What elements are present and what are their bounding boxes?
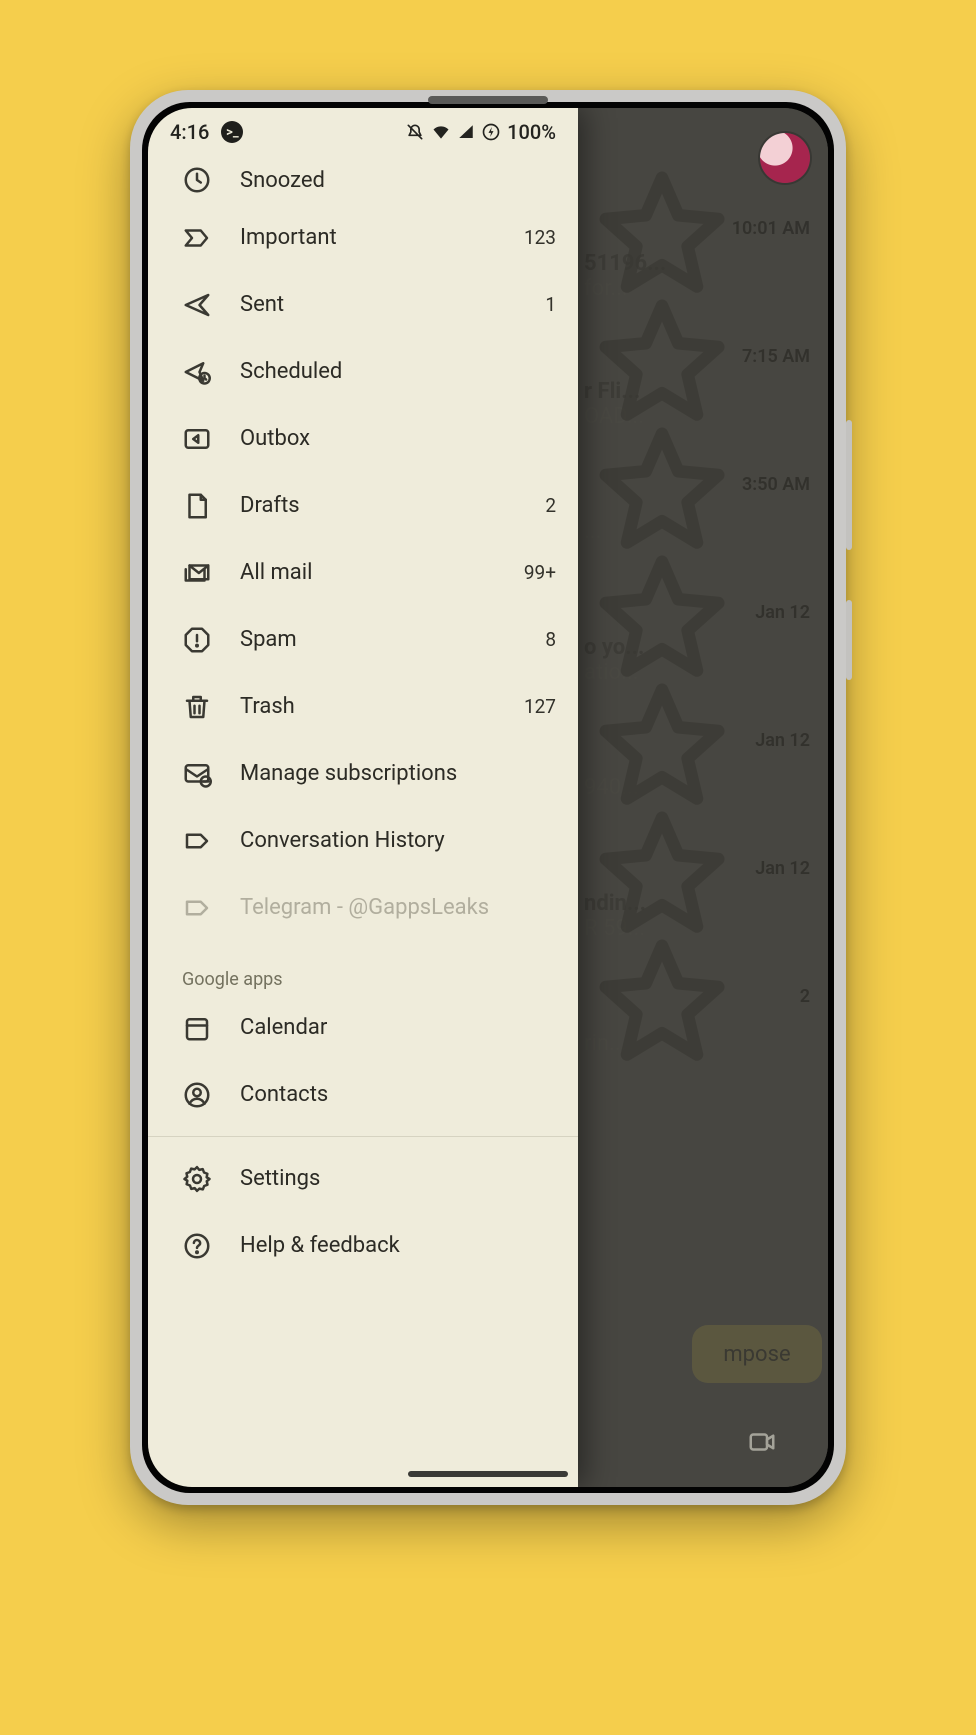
all-mail-icon xyxy=(182,558,212,588)
help-icon xyxy=(182,1231,212,1261)
nav-label-watermark[interactable]: Telegram - @GappsLeaks xyxy=(148,874,578,941)
nav-label: Important xyxy=(240,225,496,250)
battery-percent: 100% xyxy=(507,120,556,144)
cell-signal-icon xyxy=(457,123,475,141)
nav-contacts[interactable]: Contacts xyxy=(148,1061,578,1128)
nav-count: 1 xyxy=(545,293,556,316)
trash-icon xyxy=(182,692,212,722)
nav-settings[interactable]: Settings xyxy=(148,1145,578,1212)
nav-important[interactable]: Important 123 xyxy=(148,204,578,271)
contacts-icon xyxy=(182,1080,212,1110)
status-clock: 4:16 xyxy=(170,120,209,144)
nav-drawer: 4:16 >_ 100% xyxy=(148,108,578,1487)
outbox-icon xyxy=(182,424,212,454)
meet-tab-icon[interactable] xyxy=(742,1427,782,1457)
nav-label: All mail xyxy=(240,560,496,585)
subscriptions-icon xyxy=(182,759,212,789)
nav-label: Settings xyxy=(240,1166,556,1191)
phone-frame: 10:01 AM 51196... for... 7:15 AM r Fli..… xyxy=(130,90,846,1505)
nav-sent[interactable]: Sent 1 xyxy=(148,271,578,338)
compose-label: mpose xyxy=(723,1342,790,1367)
nav-outbox[interactable]: Outbox xyxy=(148,405,578,472)
nav-label: Telegram - @GappsLeaks xyxy=(240,895,556,920)
sent-icon xyxy=(182,290,212,320)
scheduled-icon xyxy=(182,357,212,387)
nav-label: Outbox xyxy=(240,426,556,451)
status-bar: 4:16 >_ 100% xyxy=(148,108,578,156)
nav-trash[interactable]: Trash 127 xyxy=(148,673,578,740)
important-icon xyxy=(182,223,212,253)
spam-icon xyxy=(182,625,212,655)
wifi-icon xyxy=(431,122,451,142)
nav-count: 2 xyxy=(545,494,556,517)
calendar-icon xyxy=(182,1013,212,1043)
nav-count: 99+ xyxy=(524,561,556,584)
device-earpiece xyxy=(428,96,548,104)
mute-icon xyxy=(405,122,425,142)
nav-label: Help & feedback xyxy=(240,1233,556,1258)
gesture-nav-bar[interactable] xyxy=(408,1471,568,1477)
nav-label: Calendar xyxy=(240,1015,556,1040)
email-row[interactable]: 2 rin... xyxy=(584,980,816,1108)
nav-label: Sent xyxy=(240,292,517,317)
nav-label: Contacts xyxy=(240,1082,556,1107)
divider xyxy=(148,1136,578,1137)
nav-label: Snoozed xyxy=(240,168,528,193)
nav-manage-subscriptions[interactable]: Manage subscriptions xyxy=(148,740,578,807)
nav-label: Conversation History xyxy=(240,828,556,853)
nav-allmail[interactable]: All mail 99+ xyxy=(148,539,578,606)
compose-button[interactable]: mpose xyxy=(692,1325,822,1383)
label-icon xyxy=(182,893,212,923)
nav-label-conversation-history[interactable]: Conversation History xyxy=(148,807,578,874)
terminal-status-icon: >_ xyxy=(221,121,243,143)
battery-saver-icon xyxy=(481,122,501,142)
nav-label: Spam xyxy=(240,627,517,652)
nav-scheduled[interactable]: Scheduled xyxy=(148,338,578,405)
nav-drafts[interactable]: Drafts 2 xyxy=(148,472,578,539)
nav-label: Manage subscriptions xyxy=(240,761,556,786)
draft-icon xyxy=(182,491,212,521)
nav-spam[interactable]: Spam 8 xyxy=(148,606,578,673)
nav-count: 8 xyxy=(545,628,556,651)
label-icon xyxy=(182,826,212,856)
nav-snoozed[interactable]: Snoozed xyxy=(148,156,578,204)
nav-label: Drafts xyxy=(240,493,517,518)
inbox-scrim: 10:01 AM 51196... for... 7:15 AM r Fli..… xyxy=(578,108,828,1487)
nav-label: Scheduled xyxy=(240,359,556,384)
nav-label: Trash xyxy=(240,694,496,719)
section-google-apps: Google apps xyxy=(148,941,578,994)
nav-help-feedback[interactable]: Help & feedback xyxy=(148,1212,578,1279)
nav-calendar[interactable]: Calendar xyxy=(148,994,578,1061)
nav-count: 123 xyxy=(524,226,556,249)
nav-count: 127 xyxy=(524,695,556,718)
clock-icon xyxy=(182,165,212,195)
email-list: 10:01 AM 51196... for... 7:15 AM r Fli..… xyxy=(578,208,828,1108)
gear-icon xyxy=(182,1164,212,1194)
